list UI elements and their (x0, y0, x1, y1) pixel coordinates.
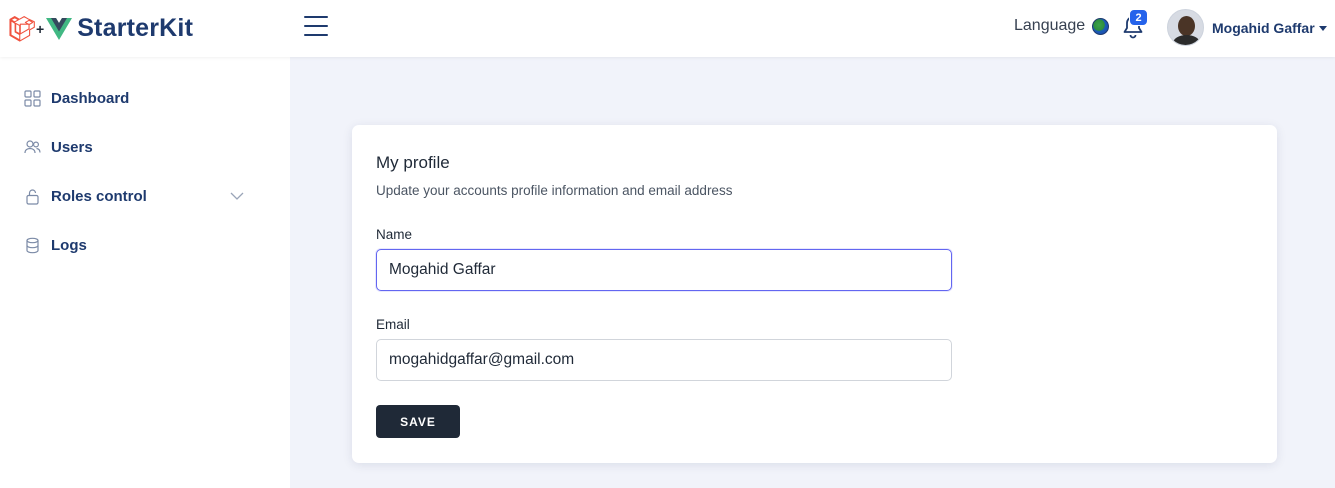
sidebar-item-logs[interactable]: Logs (24, 237, 264, 254)
avatar (1167, 9, 1204, 46)
sidebar-item-label: Logs (51, 237, 87, 254)
database-icon (26, 237, 39, 254)
language-label: Language (1014, 17, 1086, 34)
sidebar-item-roles-control[interactable]: Roles control (24, 188, 264, 205)
save-button[interactable]: SAVE (376, 405, 460, 438)
chevron-down-icon[interactable] (230, 189, 244, 203)
laravel-logo-icon (9, 15, 35, 42)
sidebar-item-label: Dashboard (51, 90, 130, 107)
card-subtitle: Update your accounts profile information… (376, 183, 733, 198)
lock-icon (26, 189, 39, 205)
sidebar-item-dashboard[interactable]: Dashboard (24, 90, 264, 107)
grid-icon (24, 90, 41, 107)
sidebar: Dashboard Users Roles control Logs (0, 57, 290, 488)
vue-logo-icon (46, 17, 73, 40)
sidebar-item-label: Roles control (51, 188, 147, 205)
card-title: My profile (376, 153, 450, 172)
top-bar: + StarterKit Language 2 Mogahid Gaffar (0, 0, 1335, 57)
user-menu[interactable]: Mogahid Gaffar (1167, 9, 1327, 46)
notification-badge: 2 (1129, 9, 1148, 26)
email-field[interactable] (376, 339, 952, 381)
menu-toggle-icon[interactable] (304, 16, 328, 38)
name-label: Name (376, 227, 413, 242)
users-icon (24, 140, 41, 154)
globe-icon (1092, 17, 1110, 35)
language-selector[interactable]: Language (1014, 17, 1110, 35)
email-label: Email (376, 317, 410, 332)
profile-card: My profile Update your accounts profile … (352, 125, 1277, 463)
sidebar-item-users[interactable]: Users (24, 139, 264, 156)
brand-name: StarterKit (77, 14, 194, 42)
caret-down-icon (1318, 26, 1327, 31)
brand-plus: + (36, 20, 45, 37)
sidebar-item-label: Users (51, 139, 93, 156)
brand-logo[interactable]: + StarterKit (9, 0, 193, 57)
user-name: Mogahid Gaffar (1212, 19, 1315, 36)
name-field[interactable] (376, 249, 952, 291)
